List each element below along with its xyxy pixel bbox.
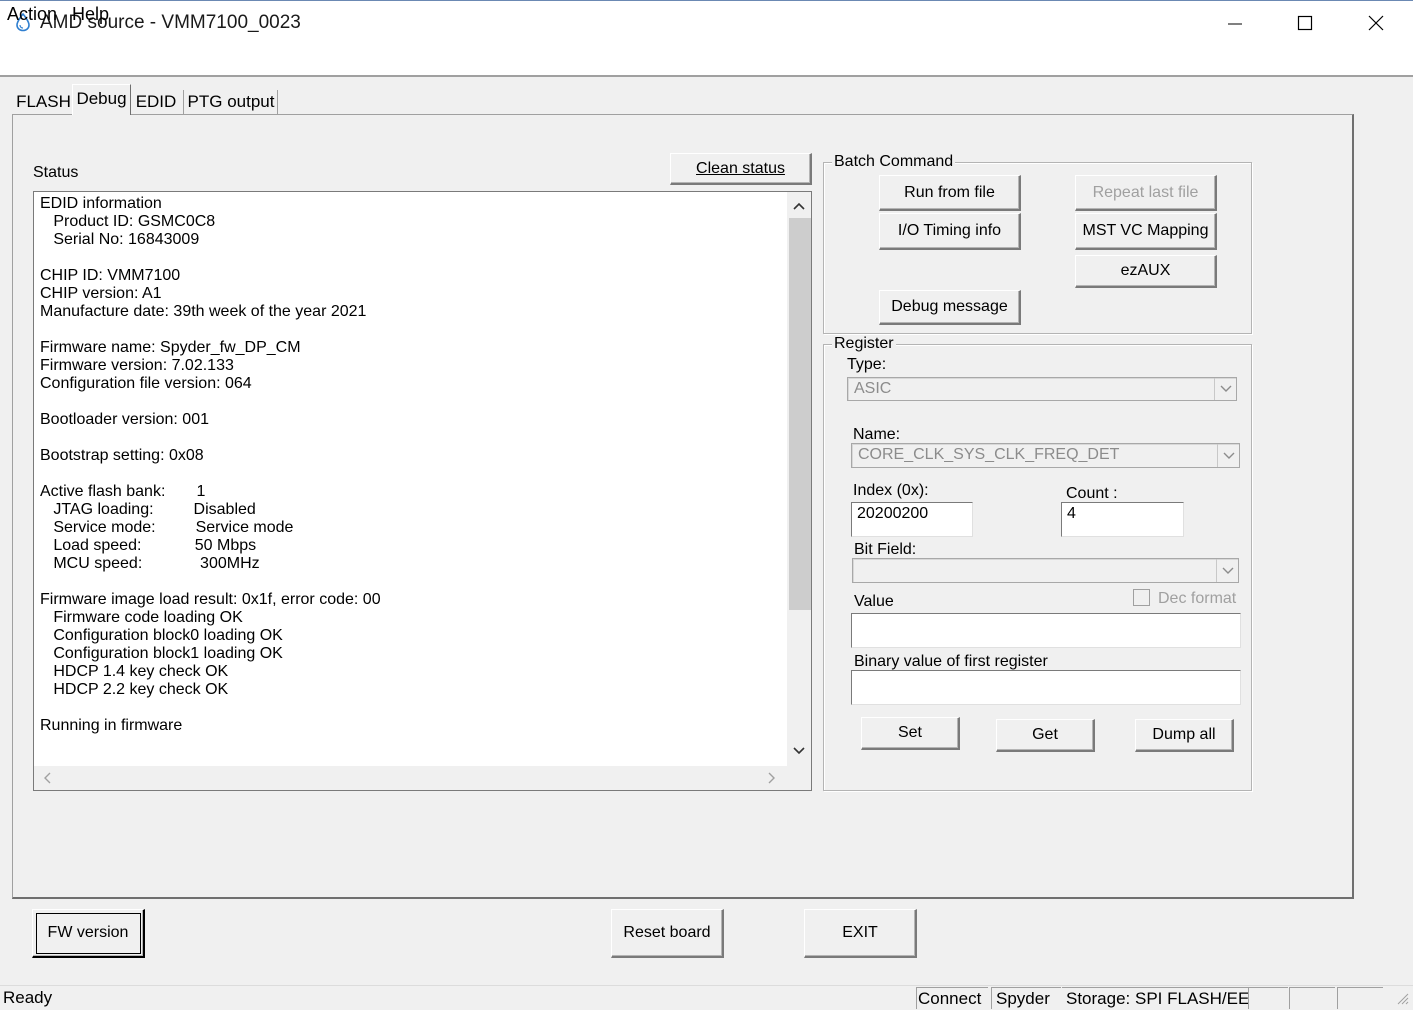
- tab-debug[interactable]: Debug: [72, 84, 131, 115]
- maximize-icon: [1297, 15, 1313, 31]
- fw-version-button[interactable]: FW version: [32, 909, 145, 958]
- status-panel-empty: [1248, 987, 1288, 1009]
- scroll-down-icon[interactable]: [792, 744, 806, 756]
- status-connect: Connect: [916, 987, 988, 1009]
- dec-format-checkbox[interactable]: [1133, 589, 1150, 606]
- minimize-button[interactable]: [1200, 0, 1270, 46]
- close-icon: [1368, 15, 1384, 31]
- scroll-left-icon[interactable]: [41, 771, 53, 785]
- status-panel-empty: [1337, 987, 1383, 1009]
- bit-field-combobox[interactable]: [852, 558, 1239, 583]
- menu-action[interactable]: Action: [7, 4, 57, 25]
- index-input[interactable]: 20200200: [851, 502, 973, 537]
- tab-separator: [183, 90, 184, 114]
- status-label: Status: [33, 164, 79, 181]
- maximize-button[interactable]: [1270, 0, 1340, 46]
- debug-message-button[interactable]: Debug message: [879, 290, 1021, 325]
- bit-field-label: Bit Field:: [854, 541, 917, 558]
- repeat-last-file-button[interactable]: Repeat last file: [1075, 175, 1217, 211]
- chevron-down-icon[interactable]: [1214, 378, 1236, 400]
- status-storage: Storage: SPI FLASH/EE: [1062, 987, 1248, 1009]
- ezaux-button[interactable]: ezAUX: [1075, 255, 1217, 288]
- type-label: Type:: [847, 356, 887, 373]
- io-timing-info-button[interactable]: I/O Timing info: [879, 213, 1021, 250]
- dec-format-label: Dec format: [1158, 590, 1237, 607]
- tab-ptg-output[interactable]: PTG output: [186, 88, 276, 115]
- binary-value-input[interactable]: [851, 670, 1241, 705]
- run-from-file-button[interactable]: Run from file: [879, 175, 1021, 211]
- chevron-down-icon[interactable]: [1216, 559, 1238, 582]
- tab-separator: [277, 90, 278, 114]
- count-label: Count :: [1066, 485, 1118, 502]
- get-button[interactable]: Get: [996, 719, 1095, 752]
- index-label: Index (0x):: [853, 482, 929, 499]
- set-button[interactable]: Set: [861, 717, 960, 750]
- horizontal-scrollbar[interactable]: [34, 766, 811, 790]
- scroll-thumb[interactable]: [789, 218, 811, 610]
- status-text: EDID information Product ID: GSMC0C8 Ser…: [40, 195, 381, 734]
- status-device: Spyder: [991, 987, 1061, 1009]
- clean-status-button[interactable]: Clean status: [670, 153, 812, 185]
- count-input[interactable]: 4: [1061, 502, 1184, 537]
- register-title: Register: [832, 335, 896, 353]
- name-label: Name:: [853, 426, 901, 443]
- value-label: Value: [854, 593, 894, 610]
- tab-flash[interactable]: FLASH: [16, 88, 71, 115]
- chevron-down-icon[interactable]: [1217, 444, 1239, 467]
- dump-all-button[interactable]: Dump all: [1135, 719, 1234, 752]
- type-value: ASIC: [854, 380, 892, 397]
- menu-help[interactable]: Help: [72, 4, 109, 25]
- scroll-up-icon[interactable]: [792, 199, 806, 211]
- name-combobox[interactable]: CORE_CLK_SYS_CLK_FREQ_DET: [851, 443, 1240, 468]
- reset-board-button[interactable]: Reset board: [611, 909, 724, 958]
- resize-grip-icon[interactable]: [1395, 991, 1409, 1005]
- status-panel-empty: [1289, 987, 1335, 1009]
- exit-button[interactable]: EXIT: [804, 909, 917, 958]
- vertical-scrollbar[interactable]: [787, 192, 811, 766]
- tab-edid[interactable]: EDID: [133, 88, 179, 115]
- scroll-right-icon[interactable]: [766, 771, 778, 785]
- minimize-icon: [1228, 23, 1242, 25]
- status-textbox[interactable]: EDID information Product ID: GSMC0C8 Ser…: [33, 191, 812, 791]
- type-combobox[interactable]: ASIC: [847, 377, 1237, 401]
- value-input[interactable]: [851, 613, 1241, 648]
- close-button[interactable]: [1341, 0, 1411, 46]
- name-value: CORE_CLK_SYS_CLK_FREQ_DET: [858, 446, 1120, 463]
- menu-bar: [0, 46, 1413, 75]
- mst-vc-mapping-button[interactable]: MST VC Mapping: [1075, 213, 1217, 250]
- status-ready: Ready: [3, 988, 53, 1007]
- binary-value-label: Binary value of first register: [854, 653, 1048, 670]
- batch-command-title: Batch Command: [832, 153, 956, 171]
- menu-separator: [0, 75, 1413, 77]
